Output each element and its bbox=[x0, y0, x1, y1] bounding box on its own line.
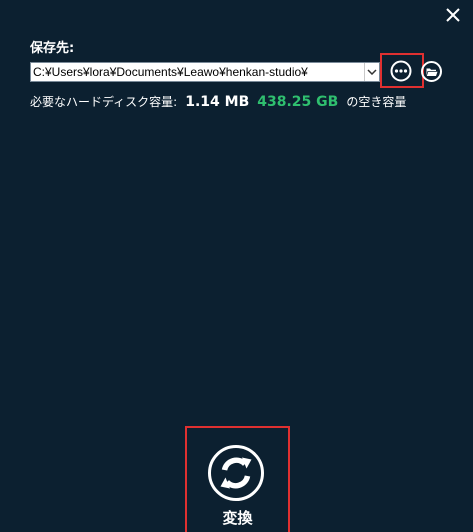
convert-button[interactable]: 変換 bbox=[187, 428, 288, 532]
convert-label: 変換 bbox=[222, 509, 253, 527]
more-options-icon bbox=[390, 60, 412, 82]
open-folder-button[interactable] bbox=[421, 61, 442, 82]
open-folder-icon bbox=[421, 61, 442, 82]
convert-settings-panel: 保存先: C:¥Users¥lora¥Documents¥Leawo¥henka… bbox=[0, 0, 473, 532]
chevron-down-icon[interactable] bbox=[364, 63, 379, 81]
refresh-icon bbox=[208, 445, 264, 501]
save-path-value: C:¥Users¥lora¥Documents¥Leawo¥henkan-stu… bbox=[33, 65, 308, 79]
close-button[interactable] bbox=[443, 5, 463, 25]
save-destination-label: 保存先: bbox=[30, 41, 75, 56]
disk-space-info: 必要なハードディスク容量: 1.14 MB 438.25 GB の空き容量 bbox=[30, 93, 406, 111]
free-space-value: 438.25 GB bbox=[257, 94, 339, 110]
save-path-select[interactable]: C:¥Users¥lora¥Documents¥Leawo¥henkan-stu… bbox=[30, 62, 380, 82]
required-space-value: 1.14 MB bbox=[185, 94, 250, 110]
free-space-label: の空き容量 bbox=[346, 95, 407, 109]
close-icon bbox=[446, 8, 460, 22]
browse-button[interactable] bbox=[390, 60, 412, 82]
required-space-label: 必要なハードディスク容量: bbox=[30, 95, 178, 109]
